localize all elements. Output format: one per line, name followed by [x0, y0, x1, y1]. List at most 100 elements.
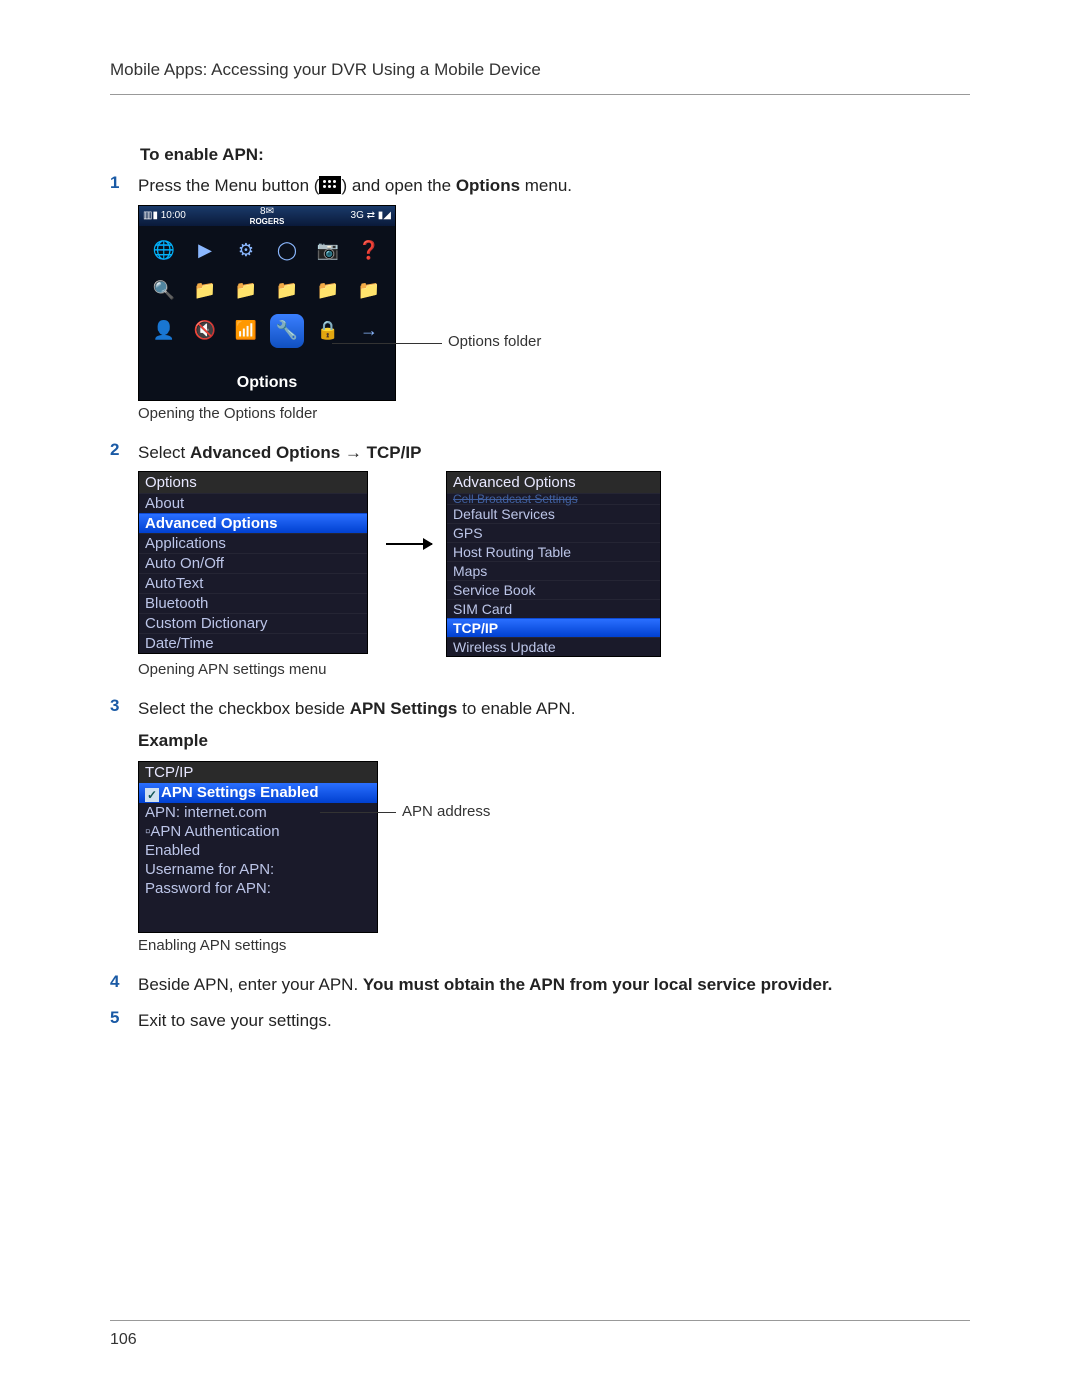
- step-number: 5: [110, 1008, 138, 1028]
- app-icon: 👤: [147, 314, 181, 348]
- app-icon: ⚙: [229, 234, 263, 268]
- step-number: 4: [110, 972, 138, 992]
- step-body: Select the checkbox beside APN Settings …: [138, 696, 970, 757]
- list-item: TCP/IP: [447, 618, 660, 637]
- list-item: Default Services: [447, 504, 660, 523]
- leader-label-1: Options folder: [448, 333, 541, 350]
- app-icon: 🔇: [188, 314, 222, 348]
- status-mid: 8✉ ROGERS: [250, 206, 285, 226]
- list-item: SIM Card: [447, 599, 660, 618]
- step-5: 5 Exit to save your settings.: [110, 1008, 970, 1034]
- list-item: Password for APN:: [139, 879, 377, 898]
- app-icon: 📁: [311, 274, 345, 308]
- adv-options-header: Advanced Options: [447, 472, 660, 493]
- list-item: Maps: [447, 561, 660, 580]
- step1-bold: Options: [456, 176, 520, 195]
- step2-bold1: Advanced Options: [190, 443, 340, 462]
- step-4: 4 Beside APN, enter your APN. You must o…: [110, 972, 970, 998]
- step5-text: Exit to save your settings.: [138, 1011, 332, 1030]
- list-item: Wireless Update: [447, 637, 660, 656]
- step4-bold: You must obtain the APN from your local …: [363, 975, 833, 994]
- step-body: Press the Menu button ( ) and open the Op…: [138, 173, 970, 199]
- checkbox-checked-icon: ✓: [145, 788, 159, 802]
- step-number: 2: [110, 440, 138, 460]
- options-list-screenshot: Options AboutAdvanced OptionsApplication…: [138, 471, 368, 654]
- app-icon: 📁: [229, 274, 263, 308]
- list-item: Bluetooth: [139, 593, 367, 613]
- step3-bold: APN Settings: [350, 699, 458, 718]
- step-body: Select Advanced Options → TCP/IP: [138, 440, 970, 466]
- app-icon: 🔧: [270, 314, 304, 348]
- list-item: GPS: [447, 523, 660, 542]
- example-label: Example: [138, 728, 970, 754]
- list-item: Advanced Options: [139, 513, 367, 533]
- list-item: Service Book: [447, 580, 660, 599]
- list-item: Custom Dictionary: [139, 613, 367, 633]
- leader-line-3: [320, 812, 396, 813]
- step-body: Exit to save your settings.: [138, 1008, 970, 1034]
- bb-selected-label: Options: [139, 374, 395, 392]
- step1-text-before: Press the Menu button (: [138, 176, 319, 195]
- menu-button-icon: [319, 176, 341, 194]
- advanced-options-screenshot: Advanced Options Cell Broadcast Settings…: [446, 471, 661, 657]
- app-icon: 📶: [229, 314, 263, 348]
- figure-3-caption: Enabling APN settings: [138, 937, 970, 954]
- bb-status-bar: ▥▮ 10:00 8✉ ROGERS 3G ⇄ ▮◢: [139, 206, 395, 226]
- step-3: 3 Select the checkbox beside APN Setting…: [110, 696, 970, 757]
- step1-text-after: ) and open the: [341, 176, 455, 195]
- app-icon: 📁: [270, 274, 304, 308]
- list-item: Enabled: [139, 841, 377, 860]
- status-left: ▥▮ 10:00: [143, 210, 186, 221]
- app-icon: ◯: [270, 234, 304, 268]
- options-header: Options: [139, 472, 367, 493]
- status-mid-top: 8✉: [260, 206, 274, 217]
- list-item: Username for APN:: [139, 860, 377, 879]
- app-icon: 🔍: [147, 274, 181, 308]
- apn-settings-enabled-row: ✓APN Settings Enabled: [139, 783, 377, 803]
- figure-1-caption: Opening the Options folder: [138, 405, 970, 422]
- adv-cut-row: Cell Broadcast Settings: [447, 493, 660, 504]
- leader-label-3: APN address: [402, 803, 490, 820]
- app-icon: 📷: [311, 234, 345, 268]
- page-header: Mobile Apps: Accessing your DVR Using a …: [110, 60, 970, 95]
- list-item: AutoText: [139, 573, 367, 593]
- page-number: 106: [110, 1331, 137, 1348]
- leader-line-1: [332, 343, 442, 344]
- arrow-icon: [386, 543, 432, 545]
- step-body: Beside APN, enter your APN. You must obt…: [138, 972, 970, 998]
- step1-text-end: menu.: [520, 176, 572, 195]
- step-number: 1: [110, 173, 138, 193]
- list-item: ▫APN Authentication: [139, 822, 377, 841]
- tcpip-screenshot: TCP/IP ✓APN Settings Enabled APN: intern…: [138, 761, 378, 933]
- app-icon: 📁: [352, 274, 386, 308]
- figure-2: Options AboutAdvanced OptionsApplication…: [138, 471, 970, 678]
- list-item: Applications: [139, 533, 367, 553]
- step-2: 2 Select Advanced Options → TCP/IP: [110, 440, 970, 466]
- bb-home-screenshot: ▥▮ 10:00 8✉ ROGERS 3G ⇄ ▮◢ 🌐▶⚙◯📷❓🔍📁📁📁📁📁👤…: [138, 205, 396, 401]
- app-icon: ▶: [188, 234, 222, 268]
- figure-3: TCP/IP ✓APN Settings Enabled APN: intern…: [138, 761, 970, 954]
- status-carrier: ROGERS: [250, 217, 285, 226]
- step2-arrow: →: [340, 443, 366, 462]
- step4-text-before: Beside APN, enter your APN.: [138, 975, 363, 994]
- figure-2-caption: Opening APN settings menu: [138, 661, 970, 678]
- status-right: 3G ⇄ ▮◢: [351, 210, 391, 221]
- app-icon: 🌐: [147, 234, 181, 268]
- figure-1: ▥▮ 10:00 8✉ ROGERS 3G ⇄ ▮◢ 🌐▶⚙◯📷❓🔍📁📁📁📁📁👤…: [138, 205, 970, 422]
- step-number: 3: [110, 696, 138, 716]
- step2-text-before: Select: [138, 443, 190, 462]
- list-item: Date/Time: [139, 633, 367, 653]
- tcpip-header: TCP/IP: [139, 762, 377, 783]
- app-grid: 🌐▶⚙◯📷❓🔍📁📁📁📁📁👤🔇📶🔧🔒→: [139, 226, 395, 348]
- step2-bold2: TCP/IP: [367, 443, 422, 462]
- apn-settings-enabled-label: APN Settings Enabled: [161, 784, 319, 801]
- app-icon: 📁: [188, 274, 222, 308]
- step3-text-before: Select the checkbox beside: [138, 699, 350, 718]
- list-item: Host Routing Table: [447, 542, 660, 561]
- section-title: To enable APN:: [140, 145, 970, 165]
- step3-text-after: to enable APN.: [457, 699, 575, 718]
- blank-space: [139, 898, 377, 932]
- list-item: About: [139, 493, 367, 513]
- page-footer: 106: [110, 1320, 970, 1349]
- list-item: Auto On/Off: [139, 553, 367, 573]
